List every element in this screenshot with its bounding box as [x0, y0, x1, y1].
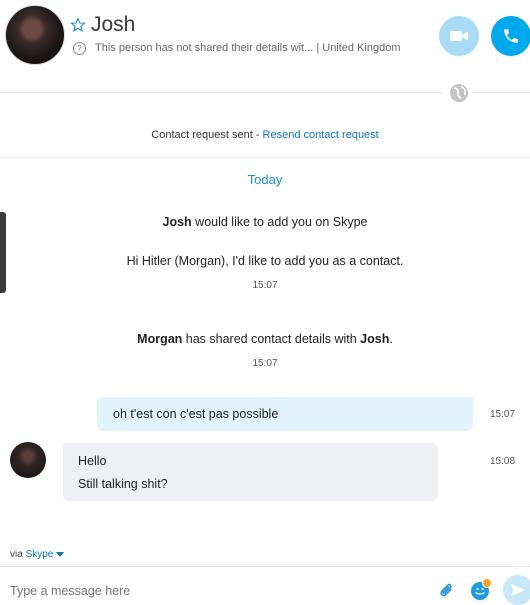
system-message-end: . [389, 332, 393, 346]
notice-divider [0, 157, 530, 158]
incoming-message-line: Still talking shit? [78, 477, 168, 491]
outgoing-message-text: oh t'est con c'est pas possible [113, 407, 279, 421]
emoji-badge [482, 578, 492, 588]
favorite-star-icon[interactable] [70, 17, 86, 33]
date-separator: Today [247, 172, 283, 187]
resend-contact-request-link[interactable]: Resend contact request [263, 129, 379, 141]
composer-divider [0, 566, 530, 567]
header-divider-right [473, 92, 530, 93]
phone-icon [504, 29, 518, 43]
contact-request-status: Contact request sent - [151, 129, 263, 141]
paperclip-icon[interactable] [438, 582, 456, 600]
incoming-message-bubble[interactable] [63, 443, 438, 501]
send-button[interactable] [503, 575, 530, 605]
system-message-add-request: Josh would like to add you on Skype [0, 215, 530, 229]
via-service-name: Skype [25, 549, 54, 560]
request-greeting-message: Hi Hitler (Morgan), I'd like to add you … [126, 254, 404, 268]
recipient-name: Josh [360, 332, 390, 346]
incoming-message-line: Hello [78, 454, 107, 468]
sender-name: Josh [162, 215, 192, 229]
message-input[interactable] [10, 582, 410, 600]
info-icon: ? [73, 42, 86, 55]
system-message-shared-details: Morgan has shared contact details with J… [0, 332, 530, 346]
globe-icon [450, 84, 468, 102]
system-message-text: has shared contact details with [182, 332, 361, 346]
send-icon [511, 584, 525, 596]
outgoing-message-time: 15:07 [490, 409, 516, 420]
incoming-message-time: 15:08 [490, 456, 516, 467]
sharer-name: Morgan [137, 332, 183, 346]
video-call-button[interactable] [439, 16, 479, 56]
system-message-text: would like to add you on Skype [191, 215, 368, 229]
contact-avatar[interactable] [5, 5, 65, 65]
header-divider [0, 92, 442, 93]
via-label: via [10, 549, 26, 560]
chevron-down-icon [56, 551, 65, 557]
video-camera-icon [450, 31, 468, 41]
contact-subtitle: This person has not shared their details… [95, 42, 401, 54]
via-service-selector[interactable]: via Skype [10, 549, 65, 560]
audio-call-button[interactable] [491, 16, 530, 56]
contact-request-notice: Contact request sent - Resend contact re… [0, 129, 530, 141]
contact-name[interactable]: Josh [91, 13, 135, 37]
message-timestamp: 15:07 [252, 358, 278, 369]
sender-avatar[interactable] [10, 442, 46, 478]
message-timestamp: 15:07 [252, 280, 278, 291]
